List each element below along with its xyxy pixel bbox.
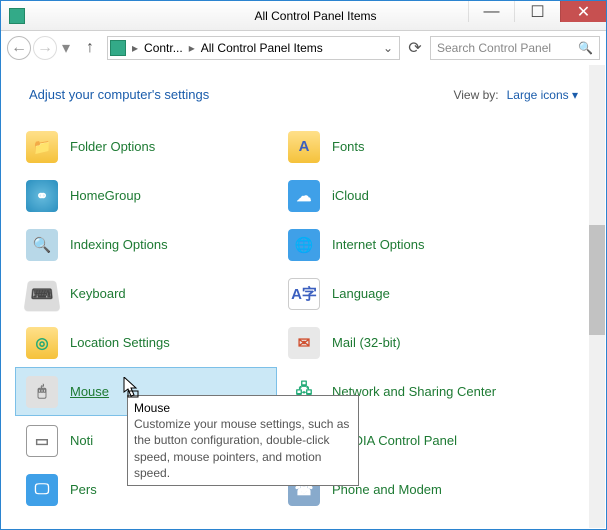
minimize-button[interactable]: — [468, 1, 514, 22]
control-panel-item[interactable]: ⚭ HomeGroup [15, 171, 277, 220]
control-panel-item[interactable]: ☁ iCloud [277, 171, 539, 220]
breadcrumb-sep-icon: ▸ [130, 41, 140, 55]
address-dropdown-icon[interactable]: ⌄ [379, 41, 397, 55]
address-bar[interactable]: ▸ Contr... ▸ All Control Panel Items ⌄ [107, 36, 400, 60]
breadcrumb-2[interactable]: All Control Panel Items [201, 41, 323, 55]
search-input[interactable]: Search Control Panel 🔍 [430, 36, 600, 60]
window-buttons: — ☐ ✕ [468, 1, 606, 22]
loc-icon: ◎ [26, 327, 58, 359]
control-panel-item[interactable]: ✉ Mail (32-bit) [277, 318, 539, 367]
tooltip-body: Customize your mouse settings, such as t… [134, 416, 352, 481]
mouse-icon: 🖱 [26, 376, 58, 408]
fonts-icon: A [288, 131, 320, 163]
address-icon [110, 40, 126, 56]
control-panel-item[interactable]: ⌨ Keyboard [15, 269, 277, 318]
scrollbar-track[interactable] [589, 65, 605, 528]
control-panel-item[interactable]: 🔍 Indexing Options [15, 220, 277, 269]
item-label: Pers [70, 482, 97, 497]
icloud-icon: ☁ [288, 180, 320, 212]
item-label: Folder Options [70, 139, 155, 154]
search-icon: 🔍 [578, 41, 593, 55]
forward-button[interactable]: → [33, 36, 57, 60]
item-label: Noti [70, 433, 93, 448]
item-label: HomeGroup [70, 188, 141, 203]
search-placeholder: Search Control Panel [437, 41, 551, 55]
item-label: Fonts [332, 139, 365, 154]
nav-history-dropdown[interactable]: ▾ [59, 36, 73, 60]
home-icon: ⚭ [26, 180, 58, 212]
control-panel-item[interactable]: ◎ Location Settings [15, 318, 277, 367]
scrollbar-thumb[interactable] [589, 225, 605, 335]
titlebar: All Control Panel Items — ☐ ✕ [1, 1, 606, 31]
pers-icon: 🖵 [26, 474, 58, 506]
back-button[interactable]: ← [7, 36, 31, 60]
idx-icon: 🔍 [26, 229, 58, 261]
control-panel-item[interactable]: A字 Language [277, 269, 539, 318]
tooltip: Mouse Customize your mouse settings, suc… [127, 395, 359, 486]
folder-icon: 📁 [26, 131, 58, 163]
lang-icon: A字 [288, 278, 320, 310]
refresh-button[interactable]: ⟳ [404, 37, 426, 59]
content-header: Adjust your computer's settings View by:… [1, 65, 606, 116]
maximize-button[interactable]: ☐ [514, 1, 560, 22]
item-label: Indexing Options [70, 237, 168, 252]
item-label: Location Settings [70, 335, 170, 350]
mail-icon: ✉ [288, 327, 320, 359]
item-label: Mouse [70, 384, 109, 399]
inet-icon: 🌐 [288, 229, 320, 261]
breadcrumb-1[interactable]: Contr... [144, 41, 183, 55]
control-panel-item[interactable]: 📁 Folder Options [15, 122, 277, 171]
item-label: Mail (32-bit) [332, 335, 401, 350]
control-panel-item[interactable]: 🌐 Internet Options [277, 220, 539, 269]
control-panel-icon [9, 8, 25, 24]
navbar: ← → ▾ ↑ ▸ Contr... ▸ All Control Panel I… [1, 31, 606, 65]
item-label: Language [332, 286, 390, 301]
kbd-icon: ⌨ [26, 278, 58, 310]
item-label: iCloud [332, 188, 369, 203]
up-button[interactable]: ↑ [79, 37, 101, 59]
tooltip-title: Mouse [134, 400, 352, 416]
viewby-label: View by: [453, 88, 498, 102]
page-heading: Adjust your computer's settings [29, 87, 209, 102]
breadcrumb-sep-icon: ▸ [187, 41, 197, 55]
item-label: Keyboard [70, 286, 126, 301]
viewby-dropdown[interactable]: Large icons ▾ [507, 88, 578, 102]
close-button[interactable]: ✕ [560, 1, 606, 22]
item-label: Internet Options [332, 237, 425, 252]
noti-icon: ▭ [26, 425, 58, 457]
control-panel-item[interactable]: A Fonts [277, 122, 539, 171]
